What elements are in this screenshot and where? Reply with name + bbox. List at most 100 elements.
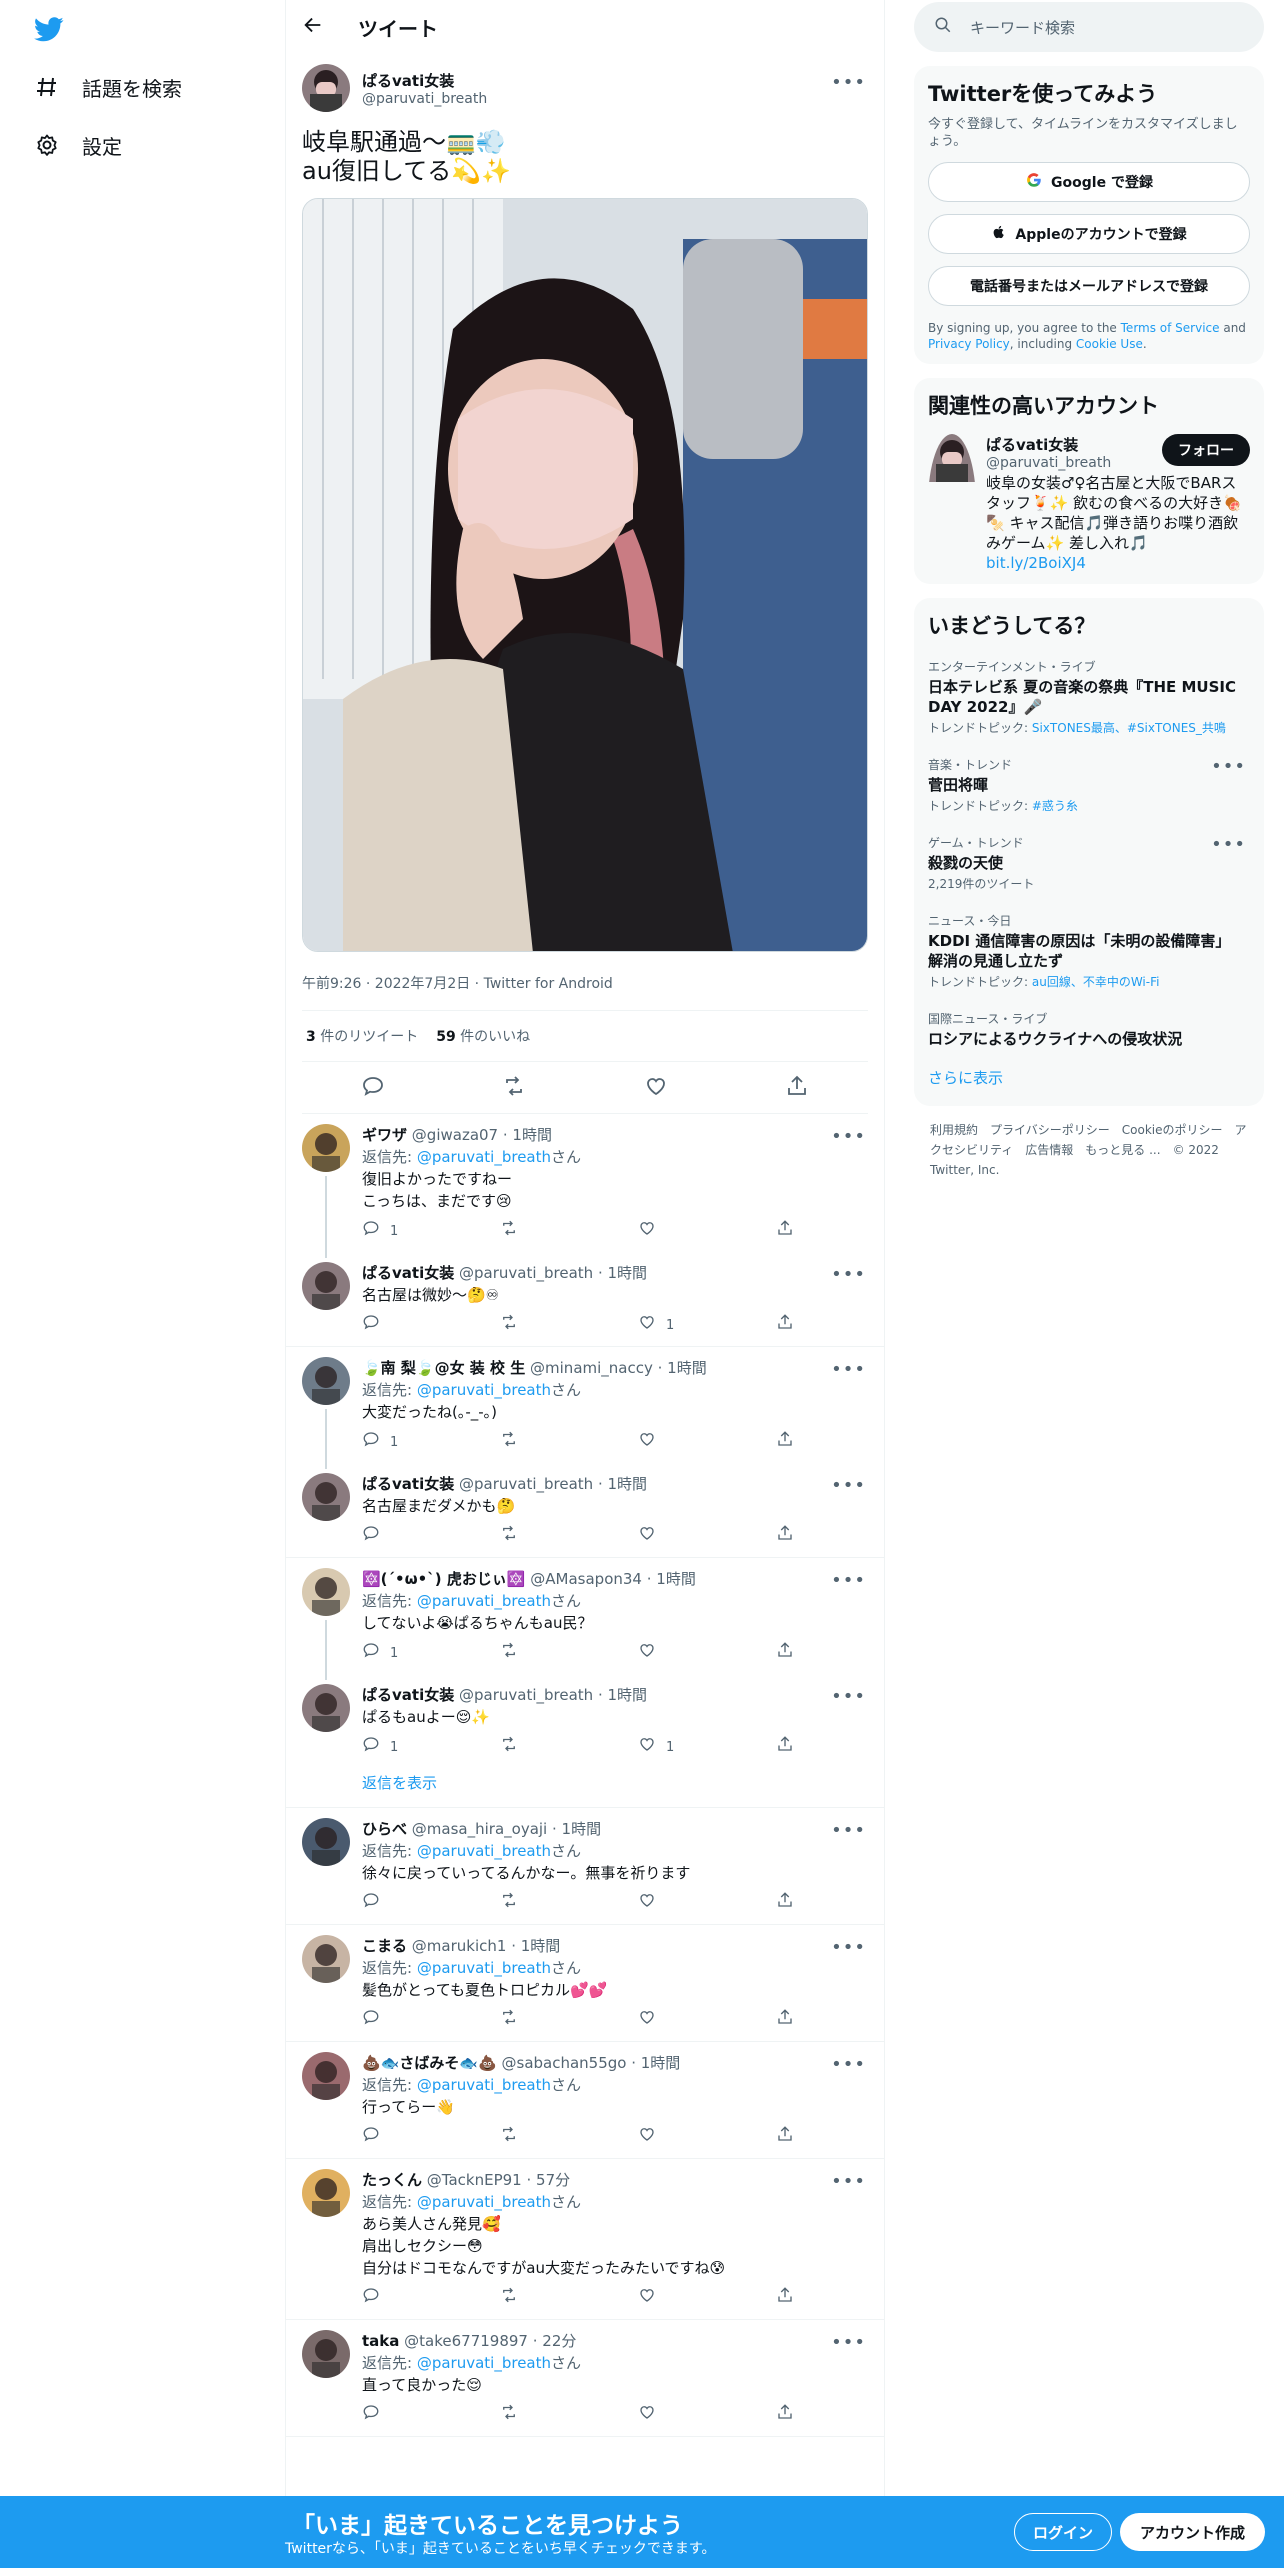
terms-link[interactable]: Terms of Service — [1121, 321, 1220, 335]
retweet-button[interactable] — [500, 2403, 638, 2429]
mention-link[interactable]: @paruvati_breath — [417, 2193, 551, 2211]
like-button[interactable] — [638, 1524, 776, 1550]
share-button[interactable] — [776, 2125, 914, 2151]
share-button[interactable] — [776, 2008, 914, 2034]
more-icon[interactable]: ••• — [831, 1820, 866, 1841]
like-button[interactable] — [638, 2403, 776, 2429]
reply-author-name[interactable]: taka — [362, 2332, 399, 2350]
nav-explore[interactable]: 話題を検索 — [34, 67, 182, 107]
more-icon[interactable]: ••• — [831, 1126, 866, 1147]
reply-tweet[interactable]: たっくん @TacknEP91 · 57分 返信先: @paruvati_brea… — [286, 2159, 884, 2320]
reply-author-name[interactable]: こまる — [362, 1937, 407, 1955]
reply-button[interactable]: 1 — [362, 1641, 500, 1667]
footer-link[interactable]: プライバシーポリシー — [990, 1123, 1110, 1137]
more-icon[interactable]: ••• — [831, 1359, 866, 1380]
avatar[interactable] — [302, 1357, 350, 1405]
like-button[interactable] — [638, 1219, 776, 1245]
reply-button[interactable] — [362, 2125, 500, 2151]
like-button[interactable] — [638, 1430, 776, 1456]
avatar[interactable] — [302, 2330, 350, 2378]
phone-email-signup-button[interactable]: 電話番号またはメールアドレスで登録 — [928, 266, 1250, 306]
retweet-count[interactable]: 3 件のリツイート — [306, 1026, 418, 1046]
reply-tweet[interactable]: ひらべ @masa_hira_oyaji · 1時間 返信先: @paruvati… — [286, 1808, 884, 1925]
footer-link[interactable]: 利用規約 — [930, 1123, 978, 1137]
mention-link[interactable]: @paruvati_breath — [417, 1959, 551, 1977]
reply-button[interactable] — [362, 2008, 500, 2034]
more-icon[interactable]: ••• — [831, 2054, 866, 2075]
reply-author-name[interactable]: 🔯(ˊ•ω•ˋ) 虎おじぃ🔯 — [362, 1570, 526, 1588]
avatar[interactable] — [302, 1935, 350, 1983]
reply-tweet[interactable]: ぱるvati女装 @paruvati_breath · 1時間 ぱるもauよー😌✨… — [286, 1674, 884, 1768]
avatar[interactable] — [302, 1818, 350, 1866]
share-button[interactable] — [776, 1313, 914, 1339]
nav-settings[interactable]: 設定 — [34, 125, 122, 165]
reply-button[interactable] — [362, 1524, 500, 1550]
reply-button[interactable]: 1 — [362, 1219, 500, 1245]
author-name[interactable]: ぱるvati女装 — [362, 70, 487, 91]
more-icon[interactable]: ••• — [831, 1686, 866, 1707]
tweet-photo[interactable] — [302, 198, 868, 952]
like-button[interactable] — [638, 1891, 776, 1917]
reply-author-name[interactable]: ひらべ — [362, 1820, 407, 1838]
like-count[interactable]: 59 件のいいね — [436, 1026, 530, 1046]
like-button[interactable] — [638, 1641, 776, 1667]
like-button[interactable]: 1 — [638, 1313, 776, 1339]
reply-author-handle[interactable]: @masa_hira_oyaji · 1時間 — [412, 1820, 601, 1838]
footer-link[interactable]: もっと見る ... — [1085, 1143, 1160, 1157]
trend-sub-link[interactable]: au回線、不幸中のWi-Fi — [1032, 975, 1160, 989]
mention-link[interactable]: @paruvati_breath — [417, 1842, 551, 1860]
twitter-logo-icon[interactable] — [32, 14, 66, 44]
like-icon[interactable] — [644, 1074, 668, 1102]
retweet-button[interactable] — [500, 2008, 638, 2034]
retweet-button[interactable] — [500, 1524, 638, 1550]
trend-sub-link[interactable]: SixTONES最高、#SixTONES_共鳴 — [1032, 721, 1226, 735]
avatar[interactable] — [928, 434, 976, 572]
retweet-icon[interactable] — [502, 1074, 526, 1102]
reply-author-handle[interactable]: @paruvati_breath · 1時間 — [459, 1264, 647, 1282]
share-button[interactable] — [776, 2403, 914, 2429]
reply-author-name[interactable]: たっくん — [362, 2171, 422, 2189]
more-icon[interactable]: ••• — [1211, 834, 1246, 855]
mention-link[interactable]: @paruvati_breath — [417, 1148, 551, 1166]
follow-button[interactable]: フォロー — [1162, 434, 1250, 466]
retweet-button[interactable] — [500, 2125, 638, 2151]
like-button[interactable] — [638, 2286, 776, 2312]
reply-tweet[interactable]: ぱるvati女装 @paruvati_breath · 1時間 名古屋まだダメかも… — [286, 1463, 884, 1558]
like-button[interactable] — [638, 2008, 776, 2034]
reply-tweet[interactable]: ぱるvati女装 @paruvati_breath · 1時間 名古屋は微妙〜🤔♾… — [286, 1252, 884, 1347]
more-icon[interactable]: ••• — [1211, 756, 1246, 777]
reply-author-handle[interactable]: @take67719897 · 22分 — [404, 2332, 576, 2350]
retweet-button[interactable] — [500, 2286, 638, 2312]
reply-author-handle[interactable]: @paruvati_breath · 1時間 — [459, 1475, 647, 1493]
show-more-link[interactable]: さらに表示 — [928, 1059, 1250, 1094]
related-bio-link[interactable]: bit.ly/2BoiXJ4 — [986, 554, 1086, 572]
reply-author-handle[interactable]: @sabachan55go · 1時間 — [502, 2054, 681, 2072]
avatar[interactable] — [302, 1124, 350, 1172]
trend-sub-link[interactable]: #惑う糸 — [1032, 799, 1078, 813]
more-icon[interactable]: ••• — [831, 2332, 866, 2353]
reply-icon[interactable] — [361, 1074, 385, 1102]
retweet-button[interactable] — [500, 1430, 638, 1456]
reply-author-handle[interactable]: @TacknEP91 · 57分 — [427, 2171, 570, 2189]
apple-signup-button[interactable]: Appleのアカウントで登録 — [928, 214, 1250, 254]
reply-author-name[interactable]: ギワザ — [362, 1126, 407, 1144]
reply-author-name[interactable]: ぱるvati女装 — [362, 1686, 454, 1704]
share-button[interactable] — [776, 1891, 914, 1917]
share-button[interactable] — [776, 2286, 914, 2312]
login-button[interactable]: ログイン — [1014, 2513, 1113, 2551]
reply-tweet[interactable]: ギワザ @giwaza07 · 1時間 返信先: @paruvati_breath… — [286, 1114, 884, 1258]
share-button[interactable] — [776, 1219, 914, 1245]
retweet-button[interactable] — [500, 1891, 638, 1917]
share-button[interactable] — [776, 1430, 914, 1456]
retweet-button[interactable] — [500, 1641, 638, 1667]
avatar[interactable] — [302, 1262, 350, 1310]
reply-button[interactable]: 1 — [362, 1735, 500, 1761]
reply-author-name[interactable]: 🍃南 梨🍃@女 装 校 生 — [362, 1359, 525, 1377]
reply-author-name[interactable]: 💩🐟さばみそ🐟💩 — [362, 2054, 497, 2072]
google-signup-button[interactable]: Google で登録 — [928, 162, 1250, 202]
reply-author-handle[interactable]: @marukich1 · 1時間 — [412, 1937, 560, 1955]
like-button[interactable] — [638, 2125, 776, 2151]
like-button[interactable]: 1 — [638, 1735, 776, 1761]
reply-author-handle[interactable]: @giwaza07 · 1時間 — [412, 1126, 552, 1144]
author-handle[interactable]: @paruvati_breath — [362, 91, 487, 107]
